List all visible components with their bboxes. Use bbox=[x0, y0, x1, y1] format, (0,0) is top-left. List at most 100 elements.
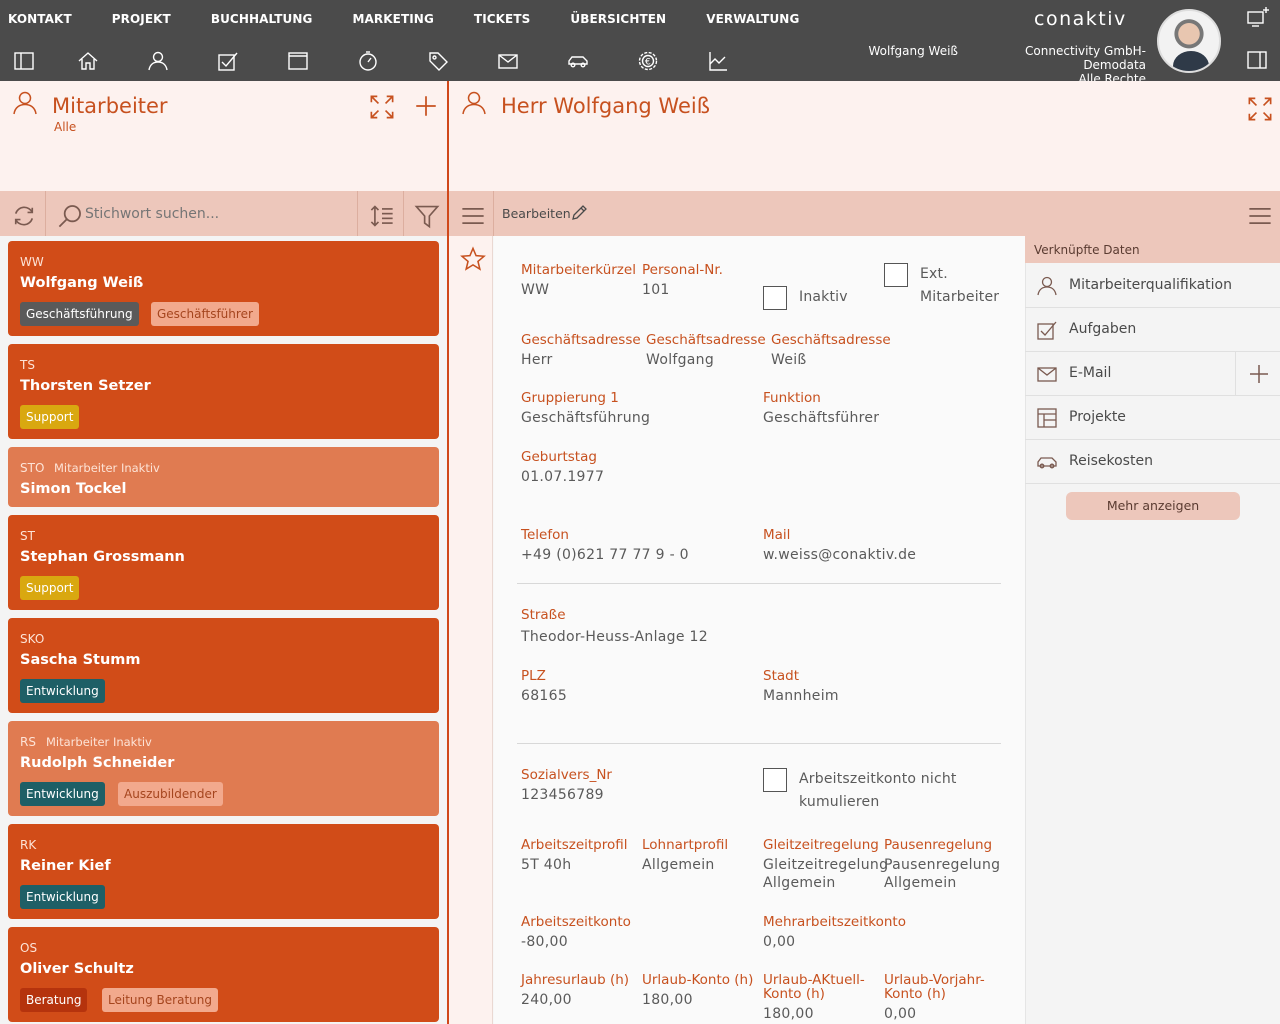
employee-name: Stephan Grossmann bbox=[20, 549, 185, 565]
field-value: Herr bbox=[521, 352, 553, 368]
field-value: Pausenregelung bbox=[884, 857, 1001, 873]
timer-icon[interactable] bbox=[357, 50, 379, 72]
checkbox-label: Mitarbeiter bbox=[920, 289, 1000, 305]
menu-uebersichten[interactable]: ÜBERSICHTEN bbox=[570, 0, 666, 36]
group-tag: Beratung bbox=[20, 988, 88, 1012]
star-icon[interactable] bbox=[460, 246, 486, 271]
field-value: Allgemein bbox=[642, 857, 715, 873]
list-subtitle[interactable]: Alle bbox=[54, 120, 76, 134]
linked-item-projekte[interactable]: Projekte bbox=[1025, 396, 1280, 440]
menu-marketing[interactable]: MARKETING bbox=[352, 0, 433, 36]
linked-item-reisekosten[interactable]: Reisekosten bbox=[1025, 440, 1280, 484]
add-email-button[interactable] bbox=[1235, 352, 1280, 396]
field-label: Straße bbox=[521, 607, 566, 623]
field-label: Gruppierung 1 bbox=[521, 390, 619, 406]
checkbox-label: kumulieren bbox=[799, 794, 880, 810]
more-menu-icon[interactable] bbox=[1247, 203, 1271, 225]
employee-abbr: ST bbox=[20, 529, 35, 543]
linked-item-aufgaben[interactable]: Aufgaben bbox=[1025, 308, 1280, 352]
list-header: Mitarbeiter Alle bbox=[0, 81, 447, 191]
person-icon bbox=[1036, 275, 1058, 297]
employee-card[interactable]: WW Wolfgang Weiß Geschäftsführung Geschä… bbox=[8, 241, 439, 336]
field-value[interactable]: w.weiss@conaktiv.de bbox=[763, 546, 916, 564]
filter-icon[interactable] bbox=[414, 203, 440, 229]
menu-icon[interactable] bbox=[460, 203, 484, 225]
show-more-button[interactable]: Mehr anzeigen bbox=[1066, 492, 1240, 520]
field-label: Pausenregelung bbox=[884, 837, 993, 853]
employee-card[interactable]: OS Oliver Schultz Beratung Leitung Berat… bbox=[8, 927, 439, 1022]
field-value[interactable]: +49 (0)621 77 77 9 - 0 bbox=[521, 546, 689, 564]
sidebar-toggle-icon[interactable] bbox=[13, 50, 35, 72]
window-icon[interactable] bbox=[287, 50, 309, 72]
field-label: Jahresurlaub (h) bbox=[521, 972, 630, 988]
sort-icon[interactable] bbox=[369, 203, 393, 227]
function-tag: Auszubildender bbox=[118, 782, 223, 806]
field-label: Geschäftsadresse bbox=[646, 332, 766, 348]
expand-icon[interactable] bbox=[1247, 96, 1272, 121]
menu-buchhaltung[interactable]: BUCHHALTUNG bbox=[211, 0, 313, 36]
linked-item-label: Reisekosten bbox=[1069, 453, 1153, 469]
chart-icon[interactable] bbox=[707, 50, 729, 72]
group-tag: Support bbox=[20, 405, 80, 429]
inactive-checkbox[interactable] bbox=[763, 286, 787, 310]
field-value: Mannheim bbox=[763, 688, 839, 704]
field-value: 5T 40h bbox=[521, 857, 572, 873]
group-tag: Geschäftsführung bbox=[20, 302, 139, 326]
company-info: Connectivity GmbH-Demodata Alle Rechte bbox=[966, 44, 1146, 86]
avatar[interactable] bbox=[1157, 9, 1221, 73]
employee-card[interactable]: STO Mitarbeiter Inaktiv Simon Tockel bbox=[8, 447, 439, 507]
menu-projekt[interactable]: PROJEKT bbox=[112, 0, 171, 36]
separator bbox=[45, 191, 46, 236]
group-tag: Entwicklung bbox=[20, 885, 105, 909]
right-panel-toggle-icon[interactable] bbox=[1246, 50, 1268, 70]
field-label: Personal-Nr. bbox=[642, 262, 723, 278]
main-menu: KONTAKT PROJEKT BUCHHALTUNG MARKETING TI… bbox=[0, 0, 839, 36]
euro-gear-icon[interactable]: € bbox=[637, 50, 659, 72]
field-value: 123456789 bbox=[521, 787, 604, 803]
field-label: Konto (h) bbox=[884, 986, 946, 1002]
menu-verwaltung[interactable]: VERWALTUNG bbox=[706, 0, 799, 36]
edit-button[interactable]: Bearbeiten bbox=[502, 205, 587, 221]
new-window-icon[interactable] bbox=[1246, 6, 1270, 28]
employee-card[interactable]: ST Stephan Grossmann Support bbox=[8, 515, 439, 610]
refresh-icon[interactable] bbox=[11, 203, 34, 226]
person-icon bbox=[461, 90, 487, 116]
person-icon[interactable] bbox=[147, 50, 169, 72]
field-label: Mehrarbeitszeitkonto bbox=[763, 914, 906, 930]
field-value: Gleitzeitregelung bbox=[763, 857, 889, 873]
separator bbox=[403, 191, 404, 236]
search-icon bbox=[57, 203, 81, 228]
external-checkbox[interactable] bbox=[884, 263, 908, 287]
employee-card[interactable]: SKO Sascha Stumm Entwicklung bbox=[8, 618, 439, 713]
mail-icon[interactable] bbox=[497, 50, 519, 72]
linked-item-label: Aufgaben bbox=[1069, 321, 1137, 337]
car-icon[interactable] bbox=[567, 50, 589, 72]
expand-icon[interactable] bbox=[369, 94, 394, 119]
employee-card[interactable]: RS Mitarbeiter Inaktiv Rudolph Schneider… bbox=[8, 721, 439, 816]
add-icon bbox=[1250, 365, 1268, 383]
employee-card[interactable]: TS Thorsten Setzer Support bbox=[8, 344, 439, 439]
tag-icon[interactable] bbox=[427, 50, 449, 72]
linked-item-label: Mitarbeiterqualifikation bbox=[1069, 277, 1232, 293]
menu-kontakt[interactable]: KONTAKT bbox=[8, 0, 72, 36]
accumulate-checkbox[interactable] bbox=[763, 768, 787, 792]
group-tag: Entwicklung bbox=[20, 782, 105, 806]
field-value: 180,00 bbox=[642, 992, 693, 1008]
employee-name: Thorsten Setzer bbox=[20, 378, 151, 394]
top-bar: KONTAKT PROJEKT BUCHHALTUNG MARKETING TI… bbox=[0, 0, 1280, 86]
task-check-icon[interactable] bbox=[217, 50, 239, 72]
field-label: Konto (h) bbox=[763, 986, 825, 1002]
add-icon[interactable] bbox=[413, 93, 437, 117]
function-tag: Leitung Beratung bbox=[102, 988, 218, 1012]
field-label: Geburtstag bbox=[521, 449, 597, 465]
employee-card[interactable]: RK Reiner Kief Entwicklung bbox=[8, 824, 439, 919]
field-value: 101 bbox=[642, 282, 670, 298]
field-value: Allgemein bbox=[763, 875, 836, 891]
home-icon[interactable] bbox=[77, 50, 99, 72]
linked-item-qualifikation[interactable]: Mitarbeiterqualifikation bbox=[1025, 264, 1280, 308]
checkbox-label: Arbeitszeitkonto nicht bbox=[799, 771, 957, 787]
employee-name: Sascha Stumm bbox=[20, 652, 141, 668]
logo: conaktiv bbox=[1034, 8, 1127, 30]
search-input[interactable] bbox=[85, 199, 350, 228]
menu-tickets[interactable]: TICKETS bbox=[474, 0, 530, 36]
